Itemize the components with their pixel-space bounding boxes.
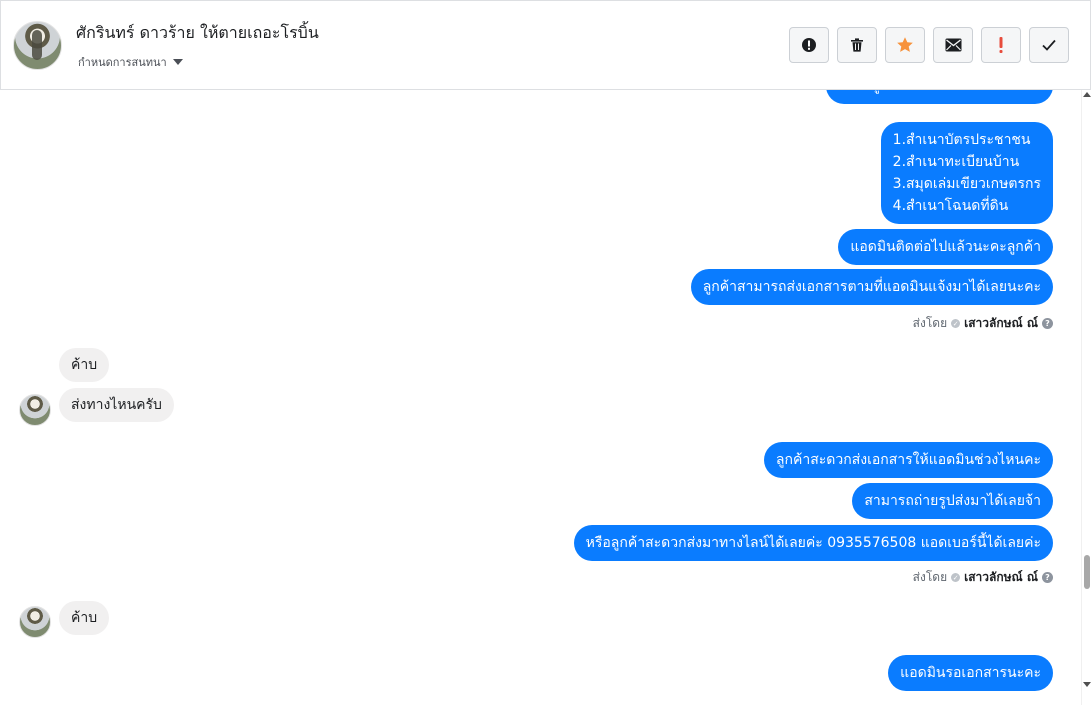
report-spam-button[interactable]	[789, 27, 829, 63]
agent-name: เสาวลักษณ์ ณ์	[964, 570, 1038, 584]
thread-scrollbar[interactable]	[1081, 90, 1091, 705]
list-item: 3.สมุดเล่มเขียวเกษตรกร	[892, 176, 1041, 192]
contact-name[interactable]: ศักรินทร์ ดาวร้าย ให้ตายเถอะโรบิ้น	[76, 21, 319, 46]
verified-icon: ✓	[951, 319, 961, 328]
trash-icon	[851, 38, 863, 52]
contact-avatar-small[interactable]	[19, 394, 51, 426]
star-icon	[897, 37, 913, 52]
message-outgoing-document-list: 1.สำเนาบัตรประชาชน 2.สำเนาทะเบียนบ้าน 3.…	[880, 122, 1053, 224]
follow-up-button[interactable]	[981, 27, 1021, 63]
sent-by-prefix: ส่งโดย	[912, 570, 948, 584]
mail-icon	[945, 38, 961, 52]
message-outgoing: ลูกค้าสามารถส่งเอกสารตามที่แอดมินแจ้งมาไ…	[690, 269, 1053, 305]
check-icon	[1042, 39, 1056, 51]
scrollbar-thumb[interactable]	[1084, 555, 1090, 589]
sent-by-prefix: ส่งโดย	[912, 316, 948, 330]
list-item: 2.สำเนาทะเบียนบ้าน	[892, 154, 1020, 170]
report-icon	[802, 38, 816, 52]
contact-avatar[interactable]	[13, 21, 62, 70]
help-icon[interactable]: ?	[1042, 318, 1053, 329]
list-item: 1.สำเนาบัตรประชาชน	[892, 132, 1031, 148]
contact-avatar-small[interactable]	[19, 606, 51, 638]
message-incoming: ค้าบ	[59, 348, 110, 382]
assign-label: กำหนดการสนทนา	[78, 56, 167, 69]
action-toolbar	[789, 27, 1069, 63]
star-button[interactable]	[885, 27, 925, 63]
message-outgoing: ลูกค้าสะดวกส่งเอกสารให้แอดมินช่วงไหนคะ	[763, 442, 1053, 478]
mark-unread-button[interactable]	[933, 27, 973, 63]
message-incoming: ค้าบ	[59, 601, 110, 635]
message-incoming: ส่งทางไหนครับ	[59, 388, 174, 422]
message-outgoing: แอดมินรอเอกสารนะคะ	[888, 655, 1053, 691]
scroll-up-arrow-icon[interactable]	[1083, 92, 1091, 97]
sent-by-line: ส่งโดย ✓ เสาวลักษณ์ ณ์ ?	[913, 314, 1053, 333]
assign-conversation-dropdown[interactable]: กำหนดการสนทนา	[78, 53, 183, 71]
delete-button[interactable]	[837, 27, 877, 63]
mark-done-button[interactable]	[1029, 27, 1069, 63]
conversation-header: ศักรินทร์ ดาวร้าย ให้ตายเถอะโรบิ้น กำหนด…	[0, 0, 1091, 90]
agent-name: เสาวลักษณ์ ณ์	[964, 316, 1038, 330]
sent-by-line: ส่งโดย ✓ เสาวลักษณ์ ณ์ ?	[913, 568, 1053, 587]
important-icon	[999, 37, 1003, 53]
list-item: 4.สำเนาโฉนดที่ดิน	[892, 198, 1009, 214]
message-outgoing: ได้คะลูกค้า แอดมินติดต่อไปนะคะ	[826, 90, 1053, 104]
message-thread[interactable]: ได้คะลูกค้า แอดมินติดต่อไปนะคะ 1.สำเนาบั…	[0, 90, 1081, 705]
scroll-down-arrow-icon[interactable]	[1083, 682, 1091, 687]
message-outgoing: หรือลูกค้าสะดวกส่งมาทางไลน์ได้เลยค่ะ 093…	[573, 525, 1053, 561]
help-icon[interactable]: ?	[1042, 572, 1053, 583]
message-outgoing: สามารถถ่ายรูปส่งมาได้เลยจ้า	[852, 483, 1053, 519]
verified-icon: ✓	[951, 573, 961, 582]
caret-down-icon	[172, 59, 183, 65]
message-outgoing: แอดมินติดต่อไปแล้วนะคะลูกค้า	[838, 229, 1053, 265]
